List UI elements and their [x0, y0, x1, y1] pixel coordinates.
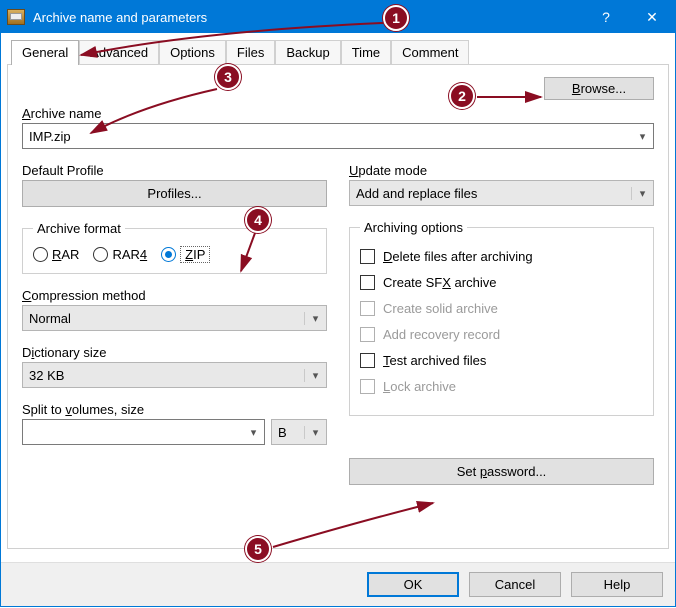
browse-button[interactable]: Browse... — [544, 77, 654, 100]
tab-backup[interactable]: Backup — [275, 40, 340, 65]
archive-name-value: IMP.zip — [23, 129, 631, 144]
annotation-3: 3 — [215, 64, 241, 90]
compression-label: Compression method — [22, 288, 327, 303]
annotation-4: 4 — [245, 207, 271, 233]
help-button[interactable]: ? — [583, 1, 629, 33]
archiving-options-legend: Archiving options — [360, 220, 467, 235]
radio-rar4[interactable]: RAR4 — [93, 246, 147, 263]
chevron-down-icon: ▾ — [631, 130, 653, 143]
split-label: Split to volumes, size — [22, 402, 327, 417]
split-size-combo[interactable]: ▾ — [22, 419, 265, 445]
opt-solid: Create solid archive — [360, 295, 643, 321]
split-unit-combo[interactable]: B ▾ — [271, 419, 327, 445]
dictionary-label: Dictionary size — [22, 345, 327, 360]
window-title: Archive name and parameters — [33, 10, 583, 25]
tab-comment[interactable]: Comment — [391, 40, 469, 65]
archive-name-label: Archive name — [22, 106, 654, 121]
tab-advanced[interactable]: Advanced — [79, 40, 159, 65]
ok-button[interactable]: OK — [367, 572, 459, 597]
dialog-footer: OK Cancel Help — [1, 562, 675, 606]
set-password-button[interactable]: Set password... — [349, 458, 654, 485]
cancel-button[interactable]: Cancel — [469, 572, 561, 597]
close-button[interactable]: ✕ — [629, 1, 675, 33]
chevron-down-icon: ▾ — [242, 426, 264, 439]
update-mode-label: Update mode — [349, 163, 654, 178]
archiving-options-group: Archiving options Delete files after arc… — [349, 220, 654, 416]
chevron-down-icon: ▾ — [304, 426, 326, 439]
tab-time[interactable]: Time — [341, 40, 391, 65]
opt-lock: Lock archive — [360, 373, 643, 399]
tab-options[interactable]: Options — [159, 40, 226, 65]
opt-test[interactable]: Test archived files — [360, 347, 643, 373]
help-button-footer[interactable]: Help — [571, 572, 663, 597]
opt-delete-after[interactable]: Delete files after archiving — [360, 243, 643, 269]
profiles-button[interactable]: Profiles... — [22, 180, 327, 207]
annotation-1: 1 — [383, 5, 409, 31]
annotation-5: 5 — [245, 536, 271, 562]
archive-format-legend: Archive format — [33, 221, 125, 236]
titlebar[interactable]: Archive name and parameters ? ✕ — [1, 1, 675, 33]
chevron-down-icon: ▾ — [304, 312, 326, 325]
tab-panel-general: Browse... Archive name IMP.zip ▾ Default… — [7, 64, 669, 549]
update-mode-combo[interactable]: Add and replace files ▾ — [349, 180, 654, 206]
default-profile-label: Default Profile — [22, 163, 327, 178]
dictionary-combo[interactable]: 32 KB ▾ — [22, 362, 327, 388]
opt-sfx[interactable]: Create SFX archive — [360, 269, 643, 295]
archive-name-field[interactable]: IMP.zip ▾ — [22, 123, 654, 149]
tab-files[interactable]: Files — [226, 40, 275, 65]
app-icon — [7, 9, 25, 25]
compression-combo[interactable]: Normal ▾ — [22, 305, 327, 331]
annotation-2: 2 — [449, 83, 475, 109]
dialog-window: Archive name and parameters ? ✕ General … — [0, 0, 676, 607]
radio-zip[interactable]: ZIP — [161, 246, 210, 263]
chevron-down-icon: ▾ — [304, 369, 326, 382]
radio-rar[interactable]: RAR — [33, 246, 79, 263]
opt-recovery: Add recovery record — [360, 321, 643, 347]
tab-general[interactable]: General — [11, 40, 79, 65]
archive-format-group: Archive format RAR RAR4 ZIP — [22, 221, 327, 274]
tab-strip: General Advanced Options Files Backup Ti… — [11, 39, 669, 64]
chevron-down-icon: ▾ — [631, 187, 653, 200]
